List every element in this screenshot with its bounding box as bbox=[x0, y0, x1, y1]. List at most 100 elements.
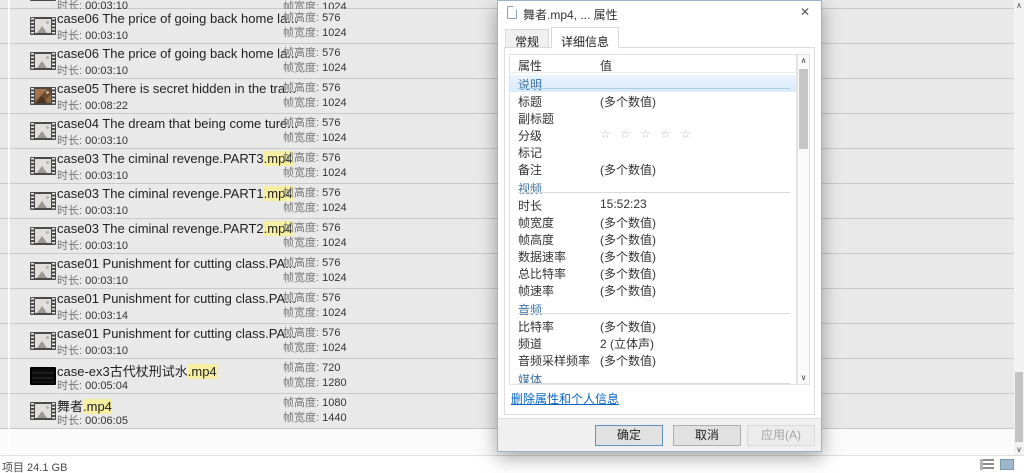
property-row[interactable]: 频道 2 (立体声) bbox=[510, 334, 796, 351]
file-frame-meta: 帧高度: 576 帧宽度: 1024 bbox=[283, 11, 347, 41]
property-value: (多个数值) bbox=[600, 161, 656, 178]
scroll-down-icon[interactable]: ∨ bbox=[798, 372, 809, 384]
scroll-up-icon[interactable]: ∧ bbox=[798, 55, 809, 67]
property-label: 数据速率 bbox=[518, 248, 566, 265]
details-tab-panel: 属性 值 说明 标题 (多个数值) 副标题 分级 ☆ ☆ ☆ ☆ ☆ 标记 备注… bbox=[504, 47, 815, 415]
file-name: case04 The dream that being come ture... bbox=[57, 116, 298, 131]
file-name: case01 Punishment for cutting class.PA..… bbox=[57, 326, 296, 341]
property-row[interactable]: 数据速率 (多个数值) bbox=[510, 247, 796, 264]
frame-width: 帧宽度: 1280 bbox=[283, 376, 347, 391]
video-thumbnail-icon bbox=[30, 262, 56, 280]
tab-general[interactable]: 常规 bbox=[505, 29, 549, 48]
property-value: (多个数值) bbox=[600, 231, 656, 248]
file-duration: 时长: 00:06:05 bbox=[57, 412, 128, 428]
property-label: 备注 bbox=[518, 161, 542, 178]
explorer-window: case06 The price of going back home la..… bbox=[0, 0, 1024, 473]
column-value: 值 bbox=[600, 55, 612, 72]
frame-height: 帧高度: 720 bbox=[283, 361, 347, 376]
frame-height: 帧高度: 576 bbox=[283, 256, 347, 271]
file-frame-meta: 帧高度: 576 帧宽度: 1024 bbox=[283, 116, 347, 146]
property-list-scrollbar[interactable]: ∧ ∨ bbox=[797, 54, 810, 385]
property-value: ☆ ☆ ☆ ☆ ☆ bbox=[600, 127, 694, 141]
file-frame-meta: 帧高度: 576 帧宽度: 1024 bbox=[283, 291, 347, 321]
frame-width: 帧宽度: 1024 bbox=[283, 26, 347, 41]
dialog-titlebar[interactable]: 舞者.mp4, ... 属性 ✕ bbox=[498, 1, 821, 25]
frame-width: 帧宽度: 1024 bbox=[283, 61, 347, 76]
file-duration: 时长: 00:03:10 bbox=[57, 342, 128, 358]
file-frame-meta: 帧高度: 576 帧宽度: 1024 bbox=[283, 221, 347, 251]
property-label: 帧宽度 bbox=[518, 214, 554, 231]
scroll-up-icon[interactable]: ∧ bbox=[1014, 0, 1024, 11]
property-label: 比特率 bbox=[518, 318, 554, 335]
video-thumbnail-icon bbox=[30, 192, 56, 210]
property-row[interactable]: 备注 (多个数值) bbox=[510, 160, 796, 177]
property-row[interactable]: 帧速率 (多个数值) bbox=[510, 281, 796, 298]
property-label: 标记 bbox=[518, 144, 542, 161]
item-count-size: 项目 24.1 GB bbox=[2, 459, 67, 473]
property-row[interactable]: 总比特率 (多个数值) bbox=[510, 264, 796, 281]
scroll-down-icon[interactable]: ∨ bbox=[1014, 444, 1024, 455]
apply-button: 应用(A) bbox=[747, 425, 815, 446]
file-name: case06 The price of going back home la..… bbox=[57, 11, 298, 26]
file-duration: 时长: 00:03:10 bbox=[57, 27, 128, 43]
file-frame-meta: 帧高度: 576 帧宽度: 1024 bbox=[283, 81, 347, 111]
ok-button[interactable]: 确定 bbox=[595, 425, 663, 446]
file-name: case06 The price of going back home la..… bbox=[57, 46, 298, 61]
property-row[interactable]: 分级 ☆ ☆ ☆ ☆ ☆ bbox=[510, 126, 796, 143]
dialog-tabs: 常规 详细信息 bbox=[505, 27, 621, 48]
section-divider bbox=[518, 383, 790, 384]
frame-height: 帧高度: 576 bbox=[283, 116, 347, 131]
file-duration: 时长: 00:03:10 bbox=[57, 237, 128, 253]
property-value: (多个数值) bbox=[600, 318, 656, 335]
scrollbar-thumb[interactable] bbox=[1015, 372, 1023, 442]
frame-width: 帧宽度: 1024 bbox=[283, 236, 347, 251]
file-duration: 时长: 00:03:10 bbox=[57, 62, 128, 78]
property-row[interactable]: 副标题 bbox=[510, 109, 796, 126]
frame-width: 帧宽度: 1024 bbox=[283, 201, 347, 216]
property-row[interactable]: 标题 (多个数值) bbox=[510, 92, 796, 109]
explorer-scrollbar[interactable]: ∧ ∨ bbox=[1014, 0, 1024, 455]
frame-width: 帧宽度: 1024 bbox=[283, 166, 347, 181]
file-duration: 时长: 00:03:14 bbox=[57, 307, 128, 323]
property-row[interactable]: 标记 bbox=[510, 143, 796, 160]
property-list-header: 属性 值 bbox=[510, 55, 796, 73]
remove-properties-link[interactable]: 删除属性和个人信息 bbox=[511, 390, 619, 407]
frame-height: 帧高度: 576 bbox=[283, 81, 347, 96]
dialog-footer: 确定 取消 应用(A) bbox=[498, 418, 821, 451]
video-thumbnail-icon bbox=[30, 297, 56, 315]
property-row[interactable]: 比特率 (多个数值) bbox=[510, 317, 796, 334]
property-value: (多个数值) bbox=[600, 265, 656, 282]
property-row[interactable]: 音频采样频率 (多个数值) bbox=[510, 351, 796, 368]
property-list: 属性 值 说明 标题 (多个数值) 副标题 分级 ☆ ☆ ☆ ☆ ☆ 标记 备注… bbox=[509, 54, 797, 385]
file-frame-meta: 帧高度: 576 帧宽度: 1024 bbox=[283, 186, 347, 216]
property-row[interactable]: 帧高度 (多个数值) bbox=[510, 230, 796, 247]
property-rows: 说明 标题 (多个数值) 副标题 分级 ☆ ☆ ☆ ☆ ☆ 标记 备注 (多个数… bbox=[510, 75, 796, 385]
frame-width: 帧宽度: 1024 bbox=[283, 96, 347, 111]
frame-height: 帧高度: 576 bbox=[283, 151, 347, 166]
video-thumbnail-icon bbox=[30, 402, 56, 420]
pane-divider bbox=[8, 0, 10, 455]
file-duration: 时长: 00:03:10 bbox=[57, 272, 128, 288]
cancel-button[interactable]: 取消 bbox=[673, 425, 741, 446]
video-thumbnail-icon bbox=[30, 367, 56, 385]
video-thumbnail-icon bbox=[30, 227, 56, 245]
video-thumbnail-icon bbox=[30, 17, 56, 35]
property-value: (多个数值) bbox=[600, 352, 656, 369]
frame-width: 帧宽度: 1024 bbox=[283, 306, 347, 321]
frame-height: 帧高度: 576 bbox=[283, 326, 347, 341]
property-row[interactable]: 帧宽度 (多个数值) bbox=[510, 213, 796, 230]
file-duration: 时长: 00:03:10 bbox=[57, 202, 128, 218]
thumbnail-view-icon[interactable] bbox=[1000, 459, 1014, 470]
file-frame-meta: 帧高度: 576 帧宽度: 1024 bbox=[283, 256, 347, 286]
details-view-icon[interactable] bbox=[980, 459, 994, 470]
frame-width: 帧宽度: 1024 bbox=[283, 271, 347, 286]
property-section-header: 说明 bbox=[510, 75, 796, 92]
property-row[interactable]: 时长 15:52:23 bbox=[510, 196, 796, 213]
close-icon[interactable]: ✕ bbox=[797, 4, 813, 20]
video-thumbnail-icon bbox=[30, 157, 56, 175]
scrollbar-thumb[interactable] bbox=[799, 69, 808, 149]
tab-details[interactable]: 详细信息 bbox=[551, 27, 619, 49]
file-duration: 时长: 00:08:22 bbox=[57, 97, 128, 113]
frame-height: 帧高度: 1080 bbox=[283, 396, 347, 411]
file-name: case01 Punishment for cutting class.PA..… bbox=[57, 291, 296, 306]
